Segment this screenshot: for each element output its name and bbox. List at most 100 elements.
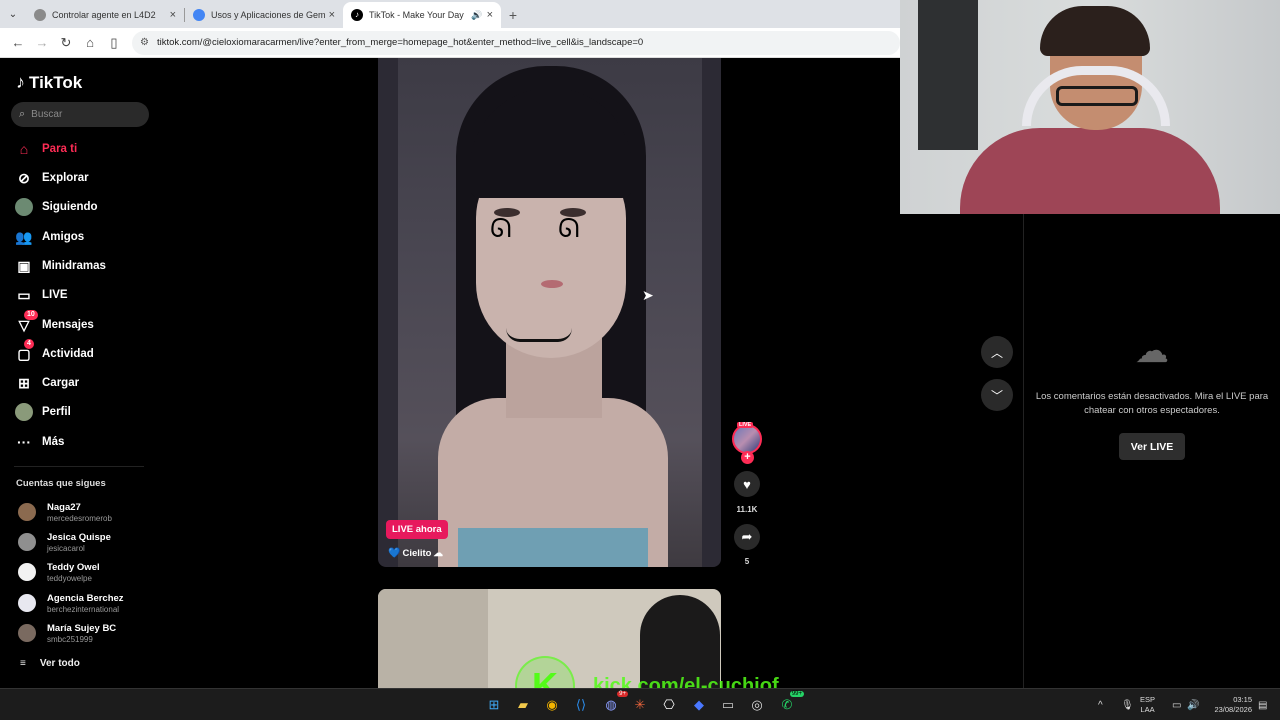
close-icon[interactable]: × [487,9,493,21]
account-name: Jesica Quispe [47,531,111,543]
tiktok-icon: ♪ [351,9,363,21]
divider [14,466,144,467]
sidebar-item-perfil[interactable]: Perfil [14,401,71,423]
globe-icon [34,9,46,21]
account-name: Teddy Owel [47,561,100,573]
like-button[interactable]: ♥ [734,471,760,497]
sidebar: ♪ TikTok ⌕ Buscar ⌂ Para ti ⊘ Explorar S… [0,58,160,688]
taskbar: ⊞ ▰ ◉ ⟨⟩ ◍ 9+ ✳ ⎔ ◆ ▭ ◎ ✆ 99+ ^ 🎙 ESP LAA … [0,688,1280,720]
followed-account[interactable]: María Sujey BC smbc251999 [18,620,116,646]
tab-gemini[interactable]: Usos y Aplicaciones de Gemin × [185,2,343,28]
avatar [18,533,36,551]
app-icon[interactable]: ◆ [688,694,710,716]
close-icon[interactable]: × [329,9,335,21]
avatar [18,594,36,612]
creator-avatar[interactable] [732,424,762,454]
screen: ⌄ Controlar agente en L4D2 × Usos y Apli… [0,0,1280,720]
watch-live-button[interactable]: Ver LIVE [1119,433,1185,460]
back-icon[interactable]: ← [6,31,30,55]
sidebar-item-live[interactable]: ▭ LIVE [14,284,68,306]
send-icon: ▽ 10 [14,310,38,335]
see-all-link[interactable]: ≡ Ver todo [20,658,80,669]
live-video-card[interactable]: ᘏ ᘏ LIVE ahora 💙 Cielito ☁ [378,58,721,567]
share-button[interactable]: ➦ [734,524,760,550]
discord-icon[interactable]: ◍ 9+ [600,691,628,716]
follow-plus-icon[interactable]: + [741,451,754,464]
webcam-overlay [900,0,1280,214]
chrome-icon[interactable]: ◉ [541,694,563,716]
claude-icon[interactable]: ✳ [629,694,651,716]
tiktok-logo[interactable]: ♪ TikTok [16,72,82,93]
system-clock[interactable]: 03:15 23/08/2026 [1206,695,1252,715]
account-name: María Sujey BC [47,622,117,634]
live-now-badge[interactable]: LIVE ahora [386,520,448,539]
close-icon[interactable]: × [170,9,176,21]
split-view-icon[interactable]: ▯ [102,31,126,55]
whatsapp-icon[interactable]: ✆ 99+ [776,691,804,716]
input-language[interactable]: ESP LAA [1140,695,1155,715]
microphone-icon[interactable]: 🎙 [1121,689,1134,720]
chatgpt-icon[interactable]: ⎔ [658,694,680,716]
tray-chevron-up-icon[interactable]: ^ [1098,689,1103,720]
home-icon[interactable]: ⌂ [78,31,102,55]
nav-label: Actividad [42,348,94,360]
sidebar-item-cargar[interactable]: ⊞ Cargar [14,372,79,394]
network-icon[interactable]: ▭ [1172,689,1181,720]
followed-account[interactable]: Naga27 mercedesromerob [18,499,112,525]
file-explorer-icon[interactable]: ▰ [512,694,534,716]
like-count: 11.1K [736,505,758,514]
message-icon: ▢ 4 [14,339,34,364]
ribbon-icon: ᘏ [490,213,512,243]
speaker-icon[interactable]: 🔊 [471,10,482,21]
comments-panel: ☁ Los comentarios están desactivados. Mi… [1024,214,1280,688]
new-tab-button[interactable]: + [501,2,525,28]
sidebar-item-minidramas[interactable]: ▣ Minidramas [14,255,106,277]
followed-account[interactable]: Jesica Quispe jesicacarol [18,529,111,555]
sidebar-item-explorar[interactable]: ⊘ Explorar [14,167,89,189]
search-placeholder: Buscar [31,109,63,120]
browser-tab-strip: ⌄ Controlar agente en L4D2 × Usos y Apli… [0,0,900,28]
next-video-button[interactable]: ﹀ [981,379,1013,411]
forward-icon[interactable]: → [30,31,54,55]
previous-video-button[interactable]: ︿ [981,336,1013,368]
video-figure-mouth [541,280,563,288]
followed-account[interactable]: Agencia Berchez berchezinternational [18,590,124,616]
sidebar-item-mensajes[interactable]: ▽ 10 Mensajes [14,310,94,336]
layout-code: LAA [1140,705,1155,714]
tab-search-icon[interactable]: ⌄ [0,0,26,28]
compass-icon: ⊘ [18,169,30,186]
sidebar-item-para-ti[interactable]: ⌂ Para ti [14,138,77,160]
account-handle: teddyowelpe [47,573,92,583]
search-input[interactable]: ⌕ Buscar [11,102,149,127]
reload-icon[interactable]: ↻ [54,31,78,55]
nav-label: LIVE [42,289,68,301]
windows-start-icon[interactable]: ⊞ [483,694,505,716]
sidebar-item-actividad[interactable]: ▢ 4 Actividad [14,339,94,365]
clock-time: 03:15 [1233,695,1252,704]
gemini-icon [193,9,205,21]
webcam-hair [1040,6,1150,56]
notifications-icon[interactable]: ▤ [1258,689,1267,720]
terminal-icon[interactable]: ▭ [717,694,739,716]
share-icon: ➦ [741,529,753,544]
sidebar-item-amigos[interactable]: 👥 Amigos [14,226,84,248]
account-name: Naga27 [47,501,81,513]
vscode-icon[interactable]: ⟨⟩ [570,694,592,716]
followed-account[interactable]: Teddy Owel teddyowelpe [18,559,100,585]
account-handle: mercedesromerob [47,513,112,523]
steam-icon[interactable]: ◎ [746,694,768,716]
clock-date: 23/08/2026 [1214,705,1252,714]
tab-label: Usos y Aplicaciones de Gemin [211,10,325,20]
tab-controlar-agente[interactable]: Controlar agente en L4D2 × [26,2,184,28]
sidebar-item-siguiendo[interactable]: Siguiendo [14,196,98,218]
avatar-live-label: LIVE [737,422,754,428]
creator-name[interactable]: 💙 Cielito ☁ [388,548,443,559]
site-info-icon[interactable]: ⚙ [140,37,149,48]
language-code: ESP [1140,695,1156,704]
more-icon: ··· [17,434,31,450]
sidebar-item-mas[interactable]: ··· Más [14,431,64,453]
nav-label: Más [42,436,65,448]
address-bar[interactable]: ⚙ tiktok.com/@cieloxiomaracarmen/live?en… [132,30,900,55]
volume-icon[interactable]: 🔊 [1187,689,1199,720]
tab-tiktok[interactable]: ♪ TikTok - Make Your Day 🔊 × [343,2,501,28]
